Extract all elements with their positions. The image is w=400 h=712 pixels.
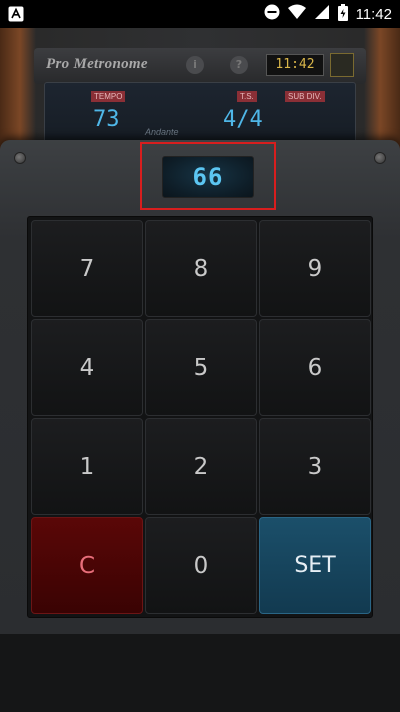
key-1[interactable]: 1 — [31, 418, 143, 515]
key-6[interactable]: 6 — [259, 319, 371, 416]
tempo-keypad-dialog: 66 7 8 9 4 5 6 1 2 3 C 0 SET — [0, 140, 400, 634]
app-clock: 11:42 — [266, 54, 324, 76]
set-button[interactable]: SET — [259, 517, 371, 614]
status-time: 11:42 — [355, 5, 392, 23]
help-icon[interactable]: ? — [230, 56, 248, 74]
app-toolbar: Pro Metronome i ? 11:42 — [34, 48, 366, 84]
subdivision-label: SUB DIV. — [285, 91, 325, 102]
cellular-signal-icon — [314, 4, 330, 24]
key-4[interactable]: 4 — [31, 319, 143, 416]
key-5[interactable]: 5 — [145, 319, 257, 416]
app-title: Pro Metronome — [46, 56, 148, 72]
folder-icon[interactable] — [330, 53, 354, 77]
key-8[interactable]: 8 — [145, 220, 257, 317]
info-icon[interactable]: i — [186, 56, 204, 74]
status-bar: 11:42 — [0, 0, 400, 28]
highlighted-display: 66 — [140, 142, 276, 210]
key-7[interactable]: 7 — [31, 220, 143, 317]
key-0[interactable]: 0 — [145, 517, 257, 614]
number-keypad: 7 8 9 4 5 6 1 2 3 C 0 SET — [27, 216, 373, 618]
time-signature-label: T.S. — [237, 91, 257, 102]
clear-button[interactable]: C — [31, 517, 143, 614]
bottom-strip — [0, 634, 400, 712]
time-signature-value[interactable]: 4/4 — [223, 107, 263, 132]
wifi-icon — [287, 4, 306, 24]
screw-icon — [14, 152, 26, 164]
screw-icon — [374, 152, 386, 164]
battery-icon — [337, 3, 348, 25]
tempo-marking: Andante — [145, 127, 179, 137]
key-9[interactable]: 9 — [259, 220, 371, 317]
tempo-label: TEMPO — [91, 91, 126, 102]
key-3[interactable]: 3 — [259, 418, 371, 515]
tempo-entry-display: 66 — [162, 156, 254, 198]
a-notification-icon — [8, 6, 24, 26]
tempo-value[interactable]: 73 — [93, 107, 120, 132]
key-2[interactable]: 2 — [145, 418, 257, 515]
do-not-disturb-icon — [264, 4, 280, 24]
